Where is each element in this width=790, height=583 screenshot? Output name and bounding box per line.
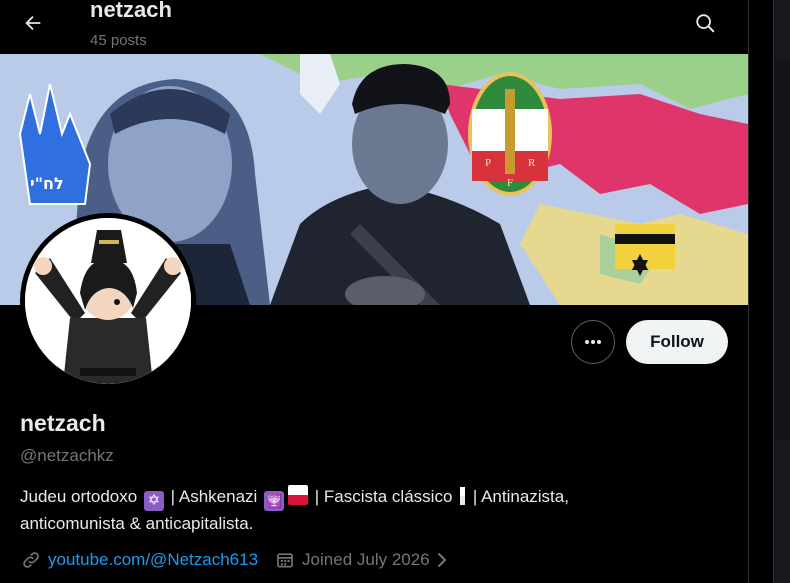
link-icon — [20, 549, 42, 571]
back-arrow-icon — [25, 15, 41, 31]
bio-part-2: | Ashkenazi — [170, 487, 258, 506]
more-options-button[interactable] — [571, 320, 615, 364]
chevron-right-icon[interactable] — [436, 551, 448, 569]
flag-letter-r: R — [528, 157, 536, 169]
user-handle: @netzachkz — [20, 446, 114, 465]
flag-symbol-icon — [460, 487, 466, 505]
avatar-image — [25, 218, 191, 384]
follow-button[interactable]: Follow — [626, 320, 728, 364]
bio-part-4: | Antinazista, — [472, 487, 569, 506]
top-bar: netzach 45 posts — [0, 0, 748, 54]
search-icon — [696, 14, 715, 33]
bio-part-3: | Fascista clássico — [314, 487, 453, 506]
display-name: netzach — [20, 410, 106, 436]
flag-letter-p: P — [485, 157, 491, 169]
profile-column: netzach 45 posts P R F לח"י Follow netza… — [0, 0, 748, 583]
profile-meta: youtube.com/@Netzach613 Joined July 2026 — [20, 547, 448, 573]
profile-avatar[interactable] — [20, 213, 196, 389]
more-icon — [585, 340, 601, 344]
search-button[interactable] — [686, 4, 724, 42]
poland-flag-icon — [288, 485, 309, 505]
profile-bio: Judeu ortodoxo ✡ | Ashkenazi 🕎 | Fascist… — [20, 484, 720, 536]
back-button[interactable] — [14, 4, 52, 42]
bio-part-1: Judeu ortodoxo — [20, 487, 138, 506]
page-title: netzach — [90, 0, 172, 22]
sidebar-panel-secondary — [773, 60, 790, 440]
post-count: 45 posts — [90, 32, 147, 49]
badge-text: לח"י — [30, 174, 64, 193]
star-of-david-icon: ✡ — [143, 491, 164, 511]
calendar-icon — [274, 549, 296, 571]
flag-letter-f: F — [507, 177, 513, 189]
bio-line-2: anticomunista & anticapitalista. — [20, 514, 254, 533]
website-link[interactable]: youtube.com/@Netzach613 — [48, 550, 258, 570]
joined-date: Joined July 2026 — [302, 550, 430, 569]
menorah-icon: 🕎 — [264, 491, 285, 511]
